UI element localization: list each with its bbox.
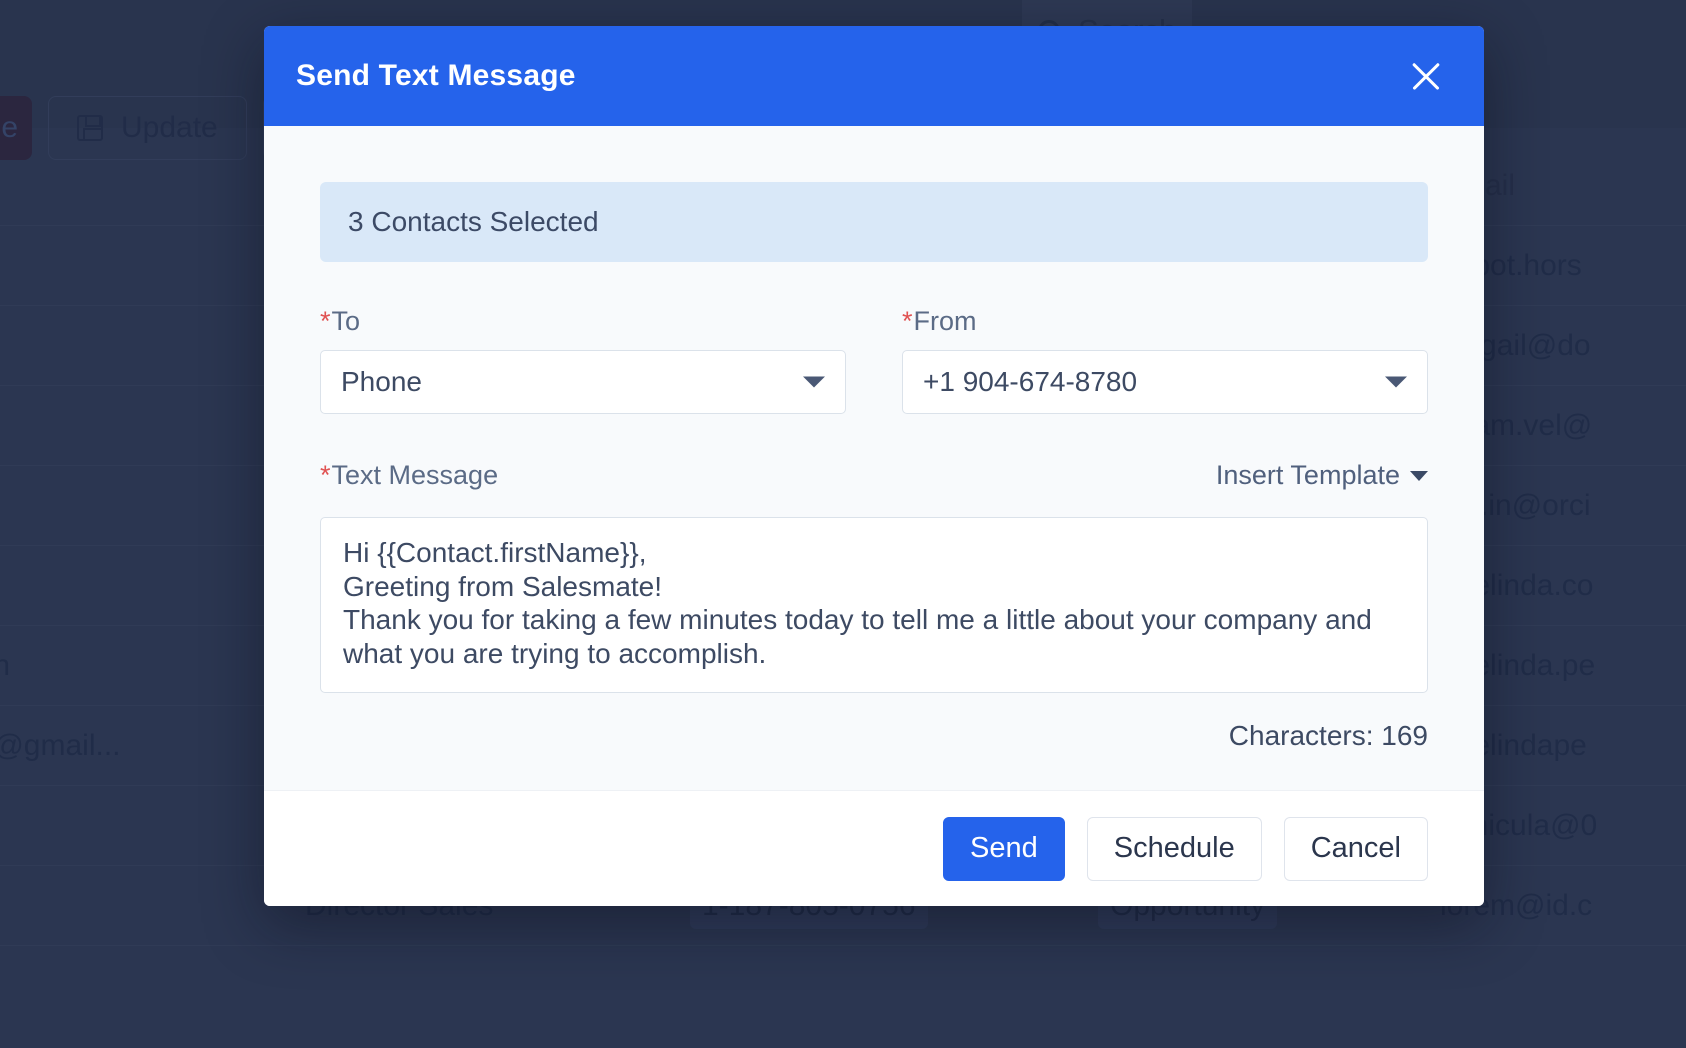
chevron-down-icon (803, 377, 825, 388)
insert-template-dropdown[interactable]: Insert Template (1216, 460, 1428, 491)
dialog-header: Send Text Message (264, 26, 1484, 126)
selected-contacts-label: 3 Contacts Selected (348, 206, 599, 238)
send-button[interactable]: Send (943, 817, 1065, 881)
from-select-value: +1 904-674-8780 (923, 366, 1137, 398)
from-field-group: * From +1 904-674-8780 (902, 306, 1428, 414)
required-asterisk: * (320, 306, 331, 337)
message-field-header: * Text Message Insert Template (320, 460, 1428, 504)
insert-template-label: Insert Template (1216, 460, 1400, 491)
character-counter: Characters: 169 (320, 720, 1428, 752)
to-label-text: To (332, 306, 361, 337)
to-label: * To (320, 306, 846, 337)
cancel-button[interactable]: Cancel (1284, 817, 1428, 881)
required-asterisk: * (320, 460, 331, 491)
selected-contacts-banner: 3 Contacts Selected (320, 182, 1428, 262)
message-textarea[interactable] (320, 517, 1428, 693)
dialog-body: 3 Contacts Selected * To Phone * From (264, 126, 1484, 790)
recipient-fields-row: * To Phone * From +1 904-674-8780 (320, 306, 1428, 414)
close-icon[interactable] (1402, 52, 1450, 100)
to-select-value: Phone (341, 366, 422, 398)
caret-down-icon (1410, 471, 1428, 481)
from-select[interactable]: +1 904-674-8780 (902, 350, 1428, 414)
message-field-group: * Text Message Insert Template Character… (320, 460, 1428, 752)
from-label: * From (902, 306, 1428, 337)
schedule-button[interactable]: Schedule (1087, 817, 1262, 881)
from-label-text: From (914, 306, 977, 337)
dialog-footer: Send Schedule Cancel (264, 790, 1484, 906)
to-select[interactable]: Phone (320, 350, 846, 414)
message-label-text: Text Message (332, 460, 499, 491)
message-label: * Text Message (320, 460, 498, 491)
dialog-title: Send Text Message (296, 59, 576, 93)
send-text-message-dialog: Send Text Message 3 Contacts Selected * … (264, 26, 1484, 906)
required-asterisk: * (902, 306, 913, 337)
chevron-down-icon (1385, 377, 1407, 388)
to-field-group: * To Phone (320, 306, 846, 414)
